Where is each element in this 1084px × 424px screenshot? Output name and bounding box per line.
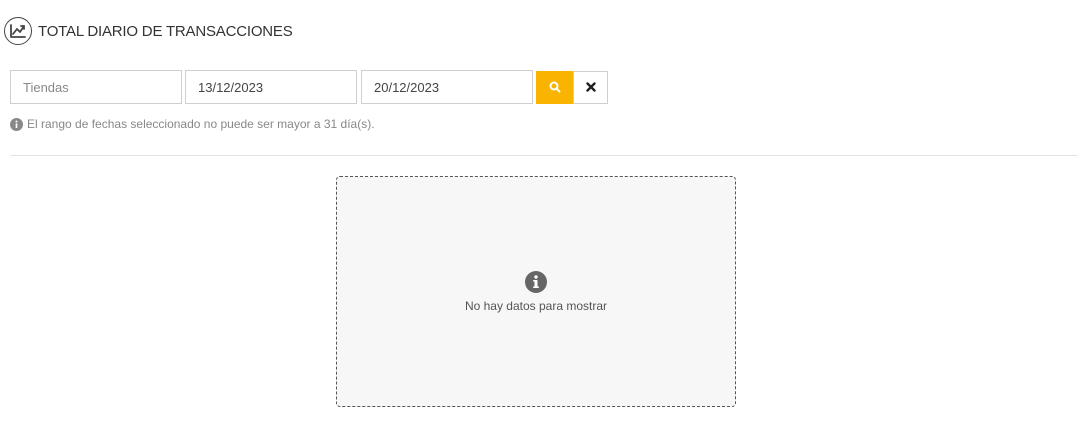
filter-bar bbox=[10, 70, 608, 104]
trend-chart-icon bbox=[4, 17, 32, 45]
date-from-input[interactable] bbox=[185, 70, 357, 104]
divider bbox=[10, 155, 1078, 156]
search-button[interactable] bbox=[536, 70, 573, 104]
store-input[interactable] bbox=[10, 70, 182, 104]
search-icon bbox=[549, 81, 560, 93]
empty-state-message: No hay datos para mostrar bbox=[464, 298, 608, 313]
page-title: TOTAL DIARIO DE TRANSACCIONES bbox=[38, 22, 293, 40]
empty-state-panel: No hay datos para mostrar bbox=[336, 176, 736, 407]
clear-button[interactable] bbox=[573, 70, 608, 104]
info-icon bbox=[525, 270, 547, 293]
page: TOTAL DIARIO DE TRANSACCIONES El rango d… bbox=[0, 0, 1084, 424]
close-icon bbox=[585, 82, 596, 92]
date-to-input[interactable] bbox=[361, 70, 533, 104]
info-icon bbox=[10, 117, 23, 131]
hint-text: El rango de fechas seleccionado no puede… bbox=[27, 117, 375, 131]
page-header: TOTAL DIARIO DE TRANSACCIONES bbox=[4, 15, 293, 47]
date-range-hint: El rango de fechas seleccionado no puede… bbox=[10, 117, 375, 131]
